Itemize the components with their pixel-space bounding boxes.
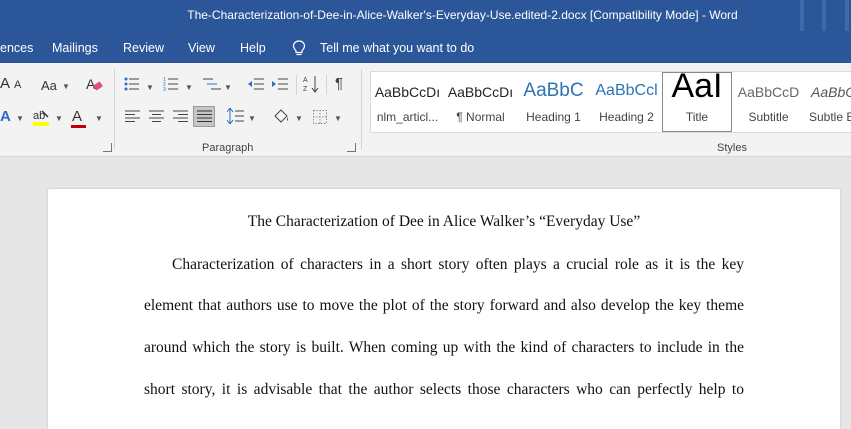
styles-group-label: Styles: [717, 142, 747, 154]
style-name: Subtitle: [748, 110, 789, 124]
style-preview: AaBbC: [811, 84, 851, 100]
increase-indent-icon[interactable]: [271, 77, 288, 91]
style-name: Subtle E: [809, 110, 851, 124]
borders-icon[interactable]: [313, 110, 327, 124]
chevron-down-icon[interactable]: ▼: [146, 83, 154, 92]
chevron-down-icon[interactable]: ▼: [55, 114, 63, 123]
document-title: The Characterization of Dee in Alice Wal…: [247, 213, 641, 230]
window-control[interactable]: [822, 0, 826, 31]
svg-text:A: A: [86, 76, 96, 92]
multilevel-list-icon[interactable]: [203, 77, 221, 91]
body-line: short story, it is advisable that the au…: [144, 381, 744, 398]
style-name: ¶ Normal: [456, 110, 505, 124]
style-name: nlm_articl...: [376, 110, 439, 124]
style-preview: AaBbCcD: [737, 84, 800, 100]
body-line: around which the story is built. When co…: [144, 339, 744, 356]
paragraph-dialog-launcher[interactable]: [347, 143, 356, 152]
style-nlm-article[interactable]: AaBbCcDı nlm_articl...: [371, 72, 444, 132]
chevron-down-icon[interactable]: ▼: [334, 114, 342, 123]
title-bar: The-Characterization-of-Dee-in-Alice-Wal…: [0, 0, 851, 33]
chevron-down-icon[interactable]: ▼: [185, 83, 193, 92]
body-line: Characterization of characters in a shor…: [172, 256, 744, 273]
group-separator: [361, 69, 362, 149]
align-left-icon[interactable]: [125, 110, 140, 123]
justify-button[interactable]: [193, 106, 215, 127]
shading-icon[interactable]: [272, 108, 290, 125]
chevron-down-icon[interactable]: ▼: [295, 114, 303, 123]
line-spacing-icon[interactable]: [227, 108, 244, 124]
svg-text:Z: Z: [303, 86, 308, 93]
decrease-indent-icon[interactable]: [247, 77, 264, 91]
window-control[interactable]: [800, 0, 804, 31]
style-preview: AaBbC: [523, 80, 584, 101]
style-name: Title: [685, 110, 709, 124]
tab-review[interactable]: Review: [123, 41, 164, 55]
style-heading-2[interactable]: AaBbCcl Heading 2: [590, 72, 663, 132]
styles-gallery: AaBbCcDı nlm_articl... AaBbCcDı ¶ Normal…: [370, 71, 851, 133]
style-name: Heading 2: [599, 110, 654, 124]
justify-icon: [197, 110, 212, 122]
ribbon: A A Aa ▼ A A ▼ ab ▼ A ▼ ▼ 1 2 3 ▼ ▼ A Z …: [0, 63, 851, 157]
body-line: element that authors use to move the plo…: [144, 297, 744, 314]
style-preview: AaBbCcDı: [447, 84, 514, 100]
tell-me-search[interactable]: Tell me what you want to do: [320, 41, 474, 55]
chevron-down-icon[interactable]: ▼: [224, 83, 232, 92]
group-separator: [114, 69, 115, 149]
shrink-font-button[interactable]: A: [14, 79, 21, 91]
align-center-icon[interactable]: [149, 110, 164, 123]
tab-references[interactable]: ences: [0, 41, 33, 55]
window-title: The-Characterization-of-Dee-in-Alice-Wal…: [187, 8, 738, 22]
style-subtitle[interactable]: AaBbCcD Subtitle: [732, 72, 805, 132]
font-color-swatch: [71, 125, 86, 128]
document-page[interactable]: The Characterization of Dee in Alice Wal…: [48, 189, 840, 429]
chevron-down-icon[interactable]: ▼: [62, 82, 70, 91]
font-dialog-launcher[interactable]: [103, 143, 112, 152]
bullets-icon[interactable]: [124, 77, 140, 91]
style-title[interactable]: AaI Title: [662, 72, 732, 132]
style-heading-1[interactable]: AaBbC Heading 1: [517, 72, 590, 132]
tab-help[interactable]: Help: [240, 41, 266, 55]
highlight-color-icon[interactable]: ab: [32, 108, 50, 126]
tab-view[interactable]: View: [188, 41, 215, 55]
align-right-icon[interactable]: [173, 110, 188, 123]
style-subtle-emphasis[interactable]: AaBbC Subtle E: [805, 72, 851, 132]
chevron-down-icon[interactable]: ▼: [16, 114, 24, 123]
tab-mailings[interactable]: Mailings: [52, 41, 98, 55]
chevron-down-icon[interactable]: ▼: [95, 114, 103, 123]
style-preview: AaBbCcDı: [374, 84, 441, 100]
numbering-icon[interactable]: 1 2 3: [163, 77, 179, 91]
change-case-button[interactable]: Aa: [41, 78, 57, 93]
grow-font-button[interactable]: A: [0, 75, 10, 92]
paragraph-group-label: Paragraph: [202, 142, 254, 154]
divider: [326, 75, 327, 95]
show-formatting-marks-icon[interactable]: ¶: [335, 75, 343, 92]
style-preview: AaBbCcl: [595, 82, 658, 99]
font-color-button[interactable]: A: [72, 108, 82, 125]
window-control[interactable]: [845, 0, 849, 31]
sort-icon[interactable]: AZ: [303, 75, 320, 93]
ribbon-tab-bar: ences Mailings Review View Help Tell me …: [0, 33, 851, 63]
clear-formatting-icon[interactable]: A: [85, 76, 103, 92]
style-name: Heading 1: [526, 110, 581, 124]
text-effects-button[interactable]: A: [0, 108, 11, 125]
divider: [296, 75, 297, 95]
svg-text:3: 3: [163, 87, 166, 91]
lightbulb-icon: [292, 40, 306, 56]
style-preview: AaI: [671, 72, 723, 105]
svg-text:A: A: [303, 77, 308, 84]
chevron-down-icon[interactable]: ▼: [248, 114, 256, 123]
style-normal[interactable]: AaBbCcDı ¶ Normal: [444, 72, 517, 132]
